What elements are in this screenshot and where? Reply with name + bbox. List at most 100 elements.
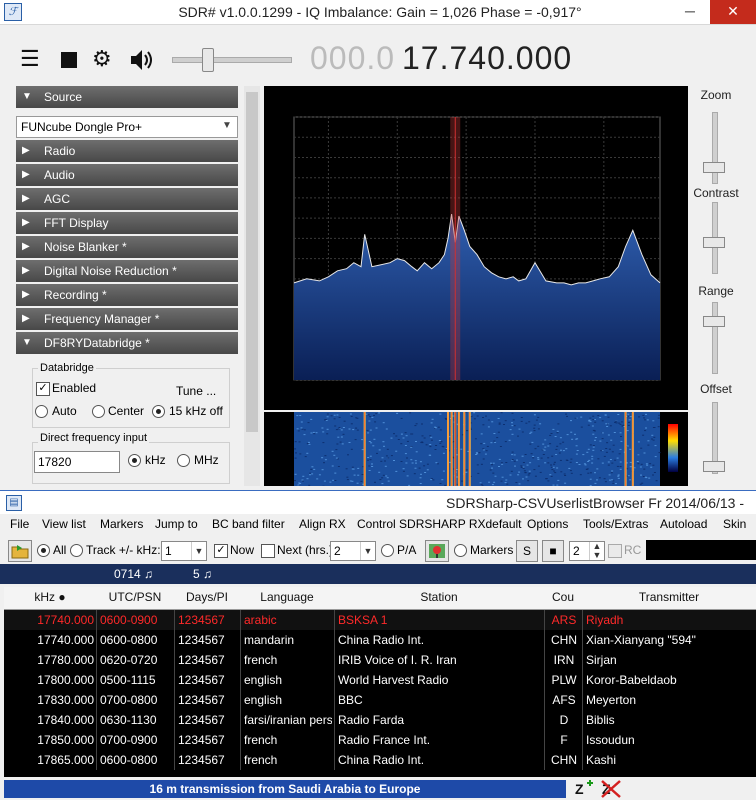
cell-utc-psn: 0500-1115	[100, 673, 156, 687]
table-row[interactable]: 17740.000 0600-0900 1234567 arabic BSKSA 1 AR…	[4, 610, 756, 630]
waterfall-speckle	[373, 414, 375, 416]
table-row[interactable]: 17740.000 0600-0800 1234567 mandarin China R…	[4, 630, 756, 650]
column-header-language[interactable]: Language	[240, 590, 334, 604]
zoom-slider-thumb[interactable]	[703, 162, 725, 173]
section-frequency-manager[interactable]: ▶ Frequency Manager *	[16, 308, 238, 330]
table-row[interactable]: 17865.000 0600-0800 1234567 french China Rad…	[4, 750, 756, 770]
menu-icon[interactable]: ☰	[20, 44, 40, 74]
waterfall-speckle	[424, 472, 427, 473]
section-fft-display[interactable]: ▶ FFT Display	[16, 212, 238, 234]
menu-autoload[interactable]: Autoload	[660, 517, 707, 531]
markers-radio[interactable]	[454, 544, 467, 557]
zoom-slider-track[interactable]	[712, 112, 718, 184]
close-button[interactable]: ✕	[710, 0, 756, 24]
waterfall-speckle	[306, 478, 309, 480]
left-panel-scroll-thumb[interactable]	[246, 92, 258, 432]
auto-radio[interactable]	[35, 405, 48, 418]
waterfall-speckle	[405, 435, 408, 437]
waterfall-speckle	[654, 456, 657, 458]
frequency-display-leading[interactable]: 000.0	[310, 40, 395, 77]
volume-slider-thumb[interactable]	[202, 48, 215, 72]
rc-field[interactable]	[646, 540, 756, 560]
section-audio[interactable]: ▶ Audio	[16, 164, 238, 186]
menu-options[interactable]: Options	[527, 517, 568, 531]
table-row[interactable]: 17830.000 0700-0800 1234567 english BBC AFS Me…	[4, 690, 756, 710]
gear-icon[interactable]: ⚙	[92, 44, 112, 74]
direct-frequency-input[interactable]: 17820	[34, 451, 120, 473]
cell-transmitter: Issoudun	[586, 733, 635, 747]
waterfall-speckle	[552, 428, 555, 430]
table-row[interactable]: 17780.000 0620-0720 1234567 french IRIB Voic…	[4, 650, 756, 670]
waterfall-speckle	[482, 417, 484, 418]
open-folder-button[interactable]	[8, 540, 32, 562]
column-header-utc-psn[interactable]: UTC/PSN	[96, 590, 174, 604]
frequency-display[interactable]: 17.740.000	[402, 40, 572, 77]
range-slider-thumb[interactable]	[703, 316, 725, 327]
offset-radio[interactable]	[152, 405, 165, 418]
rc-checkbox[interactable]	[608, 544, 622, 558]
section-digital-noise-reduction[interactable]: ▶ Digital Noise Reduction *	[16, 260, 238, 282]
track-radio[interactable]	[70, 544, 83, 557]
waterfall-display[interactable]	[264, 412, 688, 487]
waterfall-speckle	[346, 476, 349, 478]
column-header-transmitter[interactable]: Transmitter	[582, 590, 756, 604]
source-device-select[interactable]: FUNcube Dongle Pro+ ▼	[16, 116, 238, 138]
number-stepper[interactable]: 2 ▲ ▼	[569, 541, 605, 561]
menu-bc-band-filter[interactable]: BC band filter	[212, 517, 285, 531]
section-noise-blanker[interactable]: ▶ Noise Blanker *	[16, 236, 238, 258]
table-row[interactable]: 17800.000 0500-1115 1234567 english World Ha…	[4, 670, 756, 690]
map-marker-button[interactable]	[425, 540, 449, 562]
menu-control-sdrsharp-rxdefault[interactable]: Control SDRSHARP RXdefault	[357, 517, 522, 531]
center-radio[interactable]	[92, 405, 105, 418]
section-databridge[interactable]: ▼ DF8RYDatabridge *	[16, 332, 238, 354]
waterfall-speckle	[402, 437, 405, 439]
section-agc[interactable]: ▶ AGC	[16, 188, 238, 210]
spectrum-display[interactable]	[264, 86, 688, 410]
section-source[interactable]: ▼ Source	[16, 86, 238, 108]
speaker-icon[interactable]	[128, 46, 156, 74]
column-header-country[interactable]: Cou	[544, 590, 582, 604]
menu-skin[interactable]: Skin	[723, 517, 746, 531]
spectrum-chart[interactable]	[264, 86, 688, 410]
column-header-station[interactable]: Station	[334, 590, 544, 604]
cell-transmitter: Meyerton	[586, 693, 637, 707]
clear-button[interactable]: Z	[600, 779, 622, 799]
s-button[interactable]: S	[516, 540, 538, 562]
waterfall-speckle	[644, 476, 647, 478]
table-row[interactable]: 17850.000 0700-0900 1234567 french Radio Fra…	[4, 730, 756, 750]
section-recording[interactable]: ▶ Recording *	[16, 284, 238, 306]
track-label: Track +/- kHz:	[86, 543, 161, 557]
next-checkbox[interactable]	[261, 544, 275, 558]
menu-view-list[interactable]: View list	[42, 517, 86, 531]
all-radio[interactable]	[37, 544, 50, 557]
section-radio[interactable]: ▶ Radio	[16, 140, 238, 162]
waterfall-speckle	[487, 419, 490, 421]
stop-icon[interactable]	[61, 52, 77, 68]
column-separator	[174, 750, 175, 770]
table-row[interactable]: 17840.000 0630-1130 1234567 farsi/iranian p…	[4, 710, 756, 730]
contrast-slider-thumb[interactable]	[703, 237, 725, 248]
stop-button[interactable]: ■	[542, 540, 564, 562]
menu-file[interactable]: File	[10, 517, 29, 531]
menu-align-rx[interactable]: Align RX	[299, 517, 346, 531]
track-khz-combo[interactable]: 1 ▼	[161, 541, 207, 561]
column-header-days-pi[interactable]: Days/PI	[174, 590, 240, 604]
menu-tools-extras[interactable]: Tools/Extras	[583, 517, 648, 531]
range-slider-track[interactable]	[712, 302, 718, 374]
pa-radio[interactable]	[381, 544, 394, 557]
khz-radio[interactable]	[128, 454, 141, 467]
tune-button[interactable]: Tune ...	[176, 384, 216, 398]
enabled-checkbox[interactable]: ✓	[36, 382, 50, 396]
mhz-radio[interactable]	[177, 454, 190, 467]
menu-jump-to[interactable]: Jump to	[155, 517, 198, 531]
menu-markers[interactable]: Markers	[100, 517, 143, 531]
volume-slider-track[interactable]	[172, 57, 292, 63]
zoom-plus-button[interactable]: Z	[574, 779, 594, 799]
offset-slider-thumb[interactable]	[703, 461, 725, 472]
waterfall-speckle	[369, 459, 372, 461]
next-hours-combo[interactable]: 2 ▼	[330, 541, 376, 561]
waterfall-speckle	[574, 433, 576, 435]
minimize-button[interactable]: ─	[670, 0, 710, 24]
column-header-khz[interactable]: kHz ●	[4, 590, 96, 604]
now-checkbox[interactable]: ✓	[214, 544, 228, 558]
